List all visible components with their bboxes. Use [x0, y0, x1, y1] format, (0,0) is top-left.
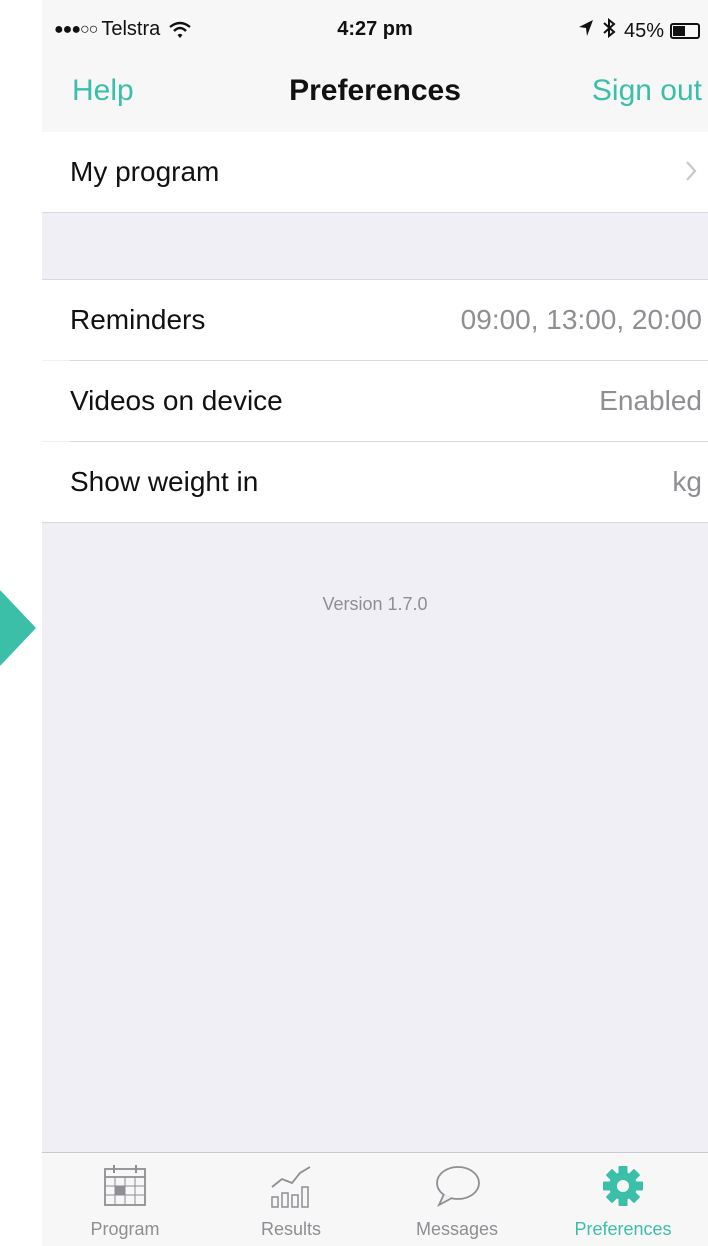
chart-icon	[271, 1166, 311, 1208]
tab-label: Results	[260, 1219, 322, 1239]
tab-messages[interactable]: Messages	[374, 1153, 540, 1246]
weight-label: Show weight in	[70, 466, 259, 497]
top-bar: ●●●○○ Telstra 4:27 pm 45% Help Preferenc…	[42, 0, 708, 133]
navigation-bar: Help Preferences Sign out	[42, 60, 708, 132]
row-reminders[interactable]: Reminders 09:00, 13:00, 20:00	[42, 280, 708, 360]
chevron-right-icon	[682, 154, 702, 188]
row-separator	[42, 212, 708, 213]
my-program-label: My program	[70, 156, 220, 187]
side-arrow-icon	[0, 590, 36, 666]
speech-bubble-icon	[436, 1166, 480, 1208]
tab-label: Messages	[415, 1219, 499, 1239]
version-label: Version 1.7.0	[322, 594, 428, 614]
tab-preferences[interactable]: Preferences	[540, 1153, 706, 1246]
videos-label: Videos on device	[70, 385, 283, 416]
row-separator	[42, 522, 708, 523]
row-show-weight-in[interactable]: Show weight in kg	[42, 442, 708, 522]
gear-icon	[603, 1166, 643, 1206]
reminders-label: Reminders	[70, 304, 206, 335]
battery-icon	[670, 23, 700, 39]
battery-percent: 45%	[623, 19, 664, 42]
status-right: 45%	[578, 17, 700, 44]
tab-label: Preferences	[574, 1219, 672, 1239]
bluetooth-icon	[602, 17, 616, 44]
tab-label: Program	[90, 1219, 160, 1239]
sign-out-button[interactable]: Sign out	[592, 74, 702, 108]
calendar-icon	[104, 1165, 146, 1206]
row-videos-on-device[interactable]: Videos on device Enabled	[42, 361, 708, 441]
reminders-value: 09:00, 13:00, 20:00	[460, 304, 702, 335]
phone-screen: ●●●○○ Telstra 4:27 pm 45% Help Preferenc…	[42, 0, 708, 1246]
row-my-program[interactable]: My program	[42, 132, 708, 212]
videos-value: Enabled	[599, 385, 702, 416]
tab-bar: Program Results Messages Preferences	[42, 1152, 708, 1246]
location-arrow-icon	[578, 19, 594, 43]
status-bar: ●●●○○ Telstra 4:27 pm 45%	[42, 0, 708, 60]
weight-value: kg	[672, 466, 702, 497]
tab-program[interactable]: Program	[42, 1153, 208, 1246]
tab-results[interactable]: Results	[208, 1153, 374, 1246]
